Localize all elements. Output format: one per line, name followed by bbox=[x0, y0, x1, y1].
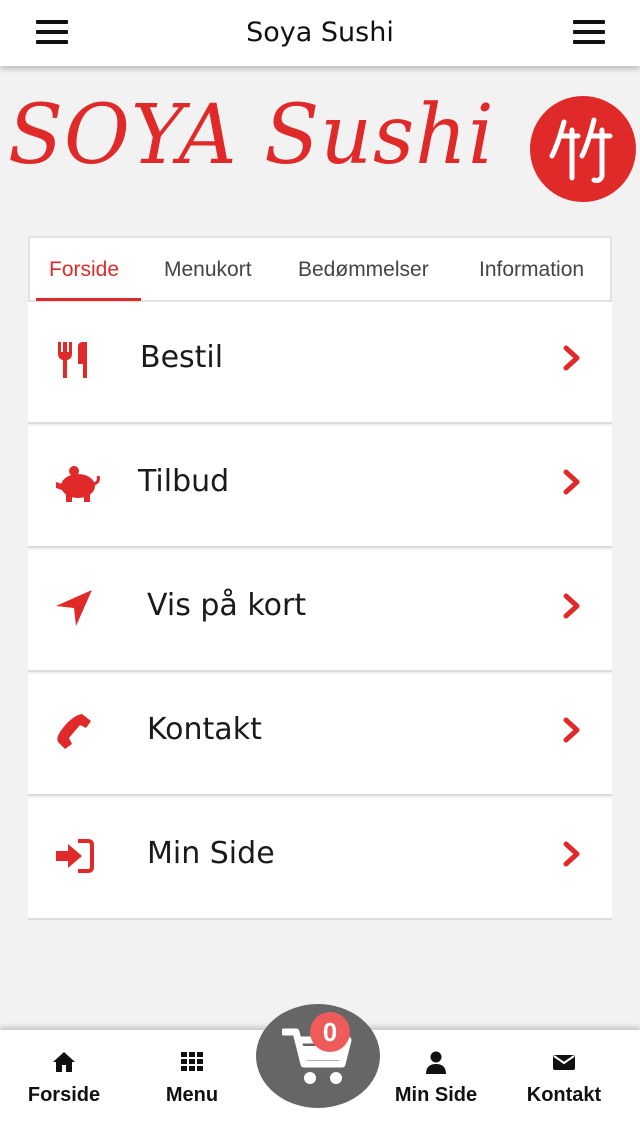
restaurant-logo: SOYA Sushi bbox=[0, 86, 640, 206]
active-tab-indicator bbox=[36, 298, 141, 301]
list-item-min-side[interactable]: Min Side bbox=[28, 798, 612, 920]
chevron-right-icon bbox=[563, 593, 580, 619]
chevron-right-icon bbox=[563, 841, 580, 867]
top-app-bar: Soya Sushi bbox=[0, 0, 640, 66]
nav-label: Menu bbox=[165, 1084, 219, 1106]
list-item-label: Vis på kort bbox=[147, 588, 307, 623]
tab-bar: Forside Menukort Bedømmelser Information bbox=[28, 236, 612, 302]
grid-icon bbox=[181, 1052, 203, 1071]
tab-bedommelser[interactable]: Bedømmelser bbox=[298, 258, 429, 282]
utensils-icon bbox=[58, 342, 87, 378]
chevron-right-icon bbox=[563, 469, 580, 495]
phone-icon bbox=[57, 714, 91, 749]
logo-text: SOYA Sushi bbox=[8, 88, 495, 183]
envelope-icon bbox=[553, 1055, 575, 1070]
home-icon bbox=[53, 1052, 75, 1072]
list-item-label: Bestil bbox=[140, 340, 224, 375]
list-item-tilbud[interactable]: Tilbud bbox=[28, 426, 612, 548]
chevron-right-icon bbox=[563, 345, 580, 371]
cart-count-badge: 0 bbox=[310, 1012, 350, 1052]
list-item-label: Kontakt bbox=[147, 712, 262, 747]
main-panel: Forside Menukort Bedømmelser Information… bbox=[28, 236, 612, 922]
chevron-right-icon bbox=[563, 717, 580, 743]
nav-label: Min Side bbox=[394, 1084, 478, 1106]
user-icon bbox=[426, 1051, 446, 1074]
tab-information[interactable]: Information bbox=[479, 258, 584, 282]
tab-forside[interactable]: Forside bbox=[49, 258, 119, 282]
piggy-bank-icon bbox=[56, 466, 100, 502]
list-item-label: Min Side bbox=[147, 836, 275, 871]
nav-kontakt[interactable]: Kontakt bbox=[500, 1050, 628, 1107]
location-arrow-icon bbox=[56, 590, 92, 626]
nav-min-side[interactable]: Min Side bbox=[372, 1050, 500, 1107]
nav-menu[interactable]: Menu bbox=[128, 1050, 256, 1107]
list-item-bestil[interactable]: Bestil bbox=[28, 302, 612, 424]
list-item-label: Tilbud bbox=[138, 464, 230, 499]
hamburger-menu-icon[interactable] bbox=[573, 18, 605, 46]
nav-label: Forside bbox=[27, 1084, 101, 1106]
app-title: Soya Sushi bbox=[246, 17, 394, 48]
logo-seal-icon bbox=[530, 96, 636, 202]
nav-label: Kontakt bbox=[526, 1084, 602, 1106]
nav-forside[interactable]: Forside bbox=[0, 1050, 128, 1107]
list-item-vis-paa-kort[interactable]: Vis på kort bbox=[28, 550, 612, 672]
list-item-kontakt[interactable]: Kontakt bbox=[28, 674, 612, 796]
sign-in-icon bbox=[56, 839, 94, 873]
tab-menukort[interactable]: Menukort bbox=[164, 258, 252, 282]
